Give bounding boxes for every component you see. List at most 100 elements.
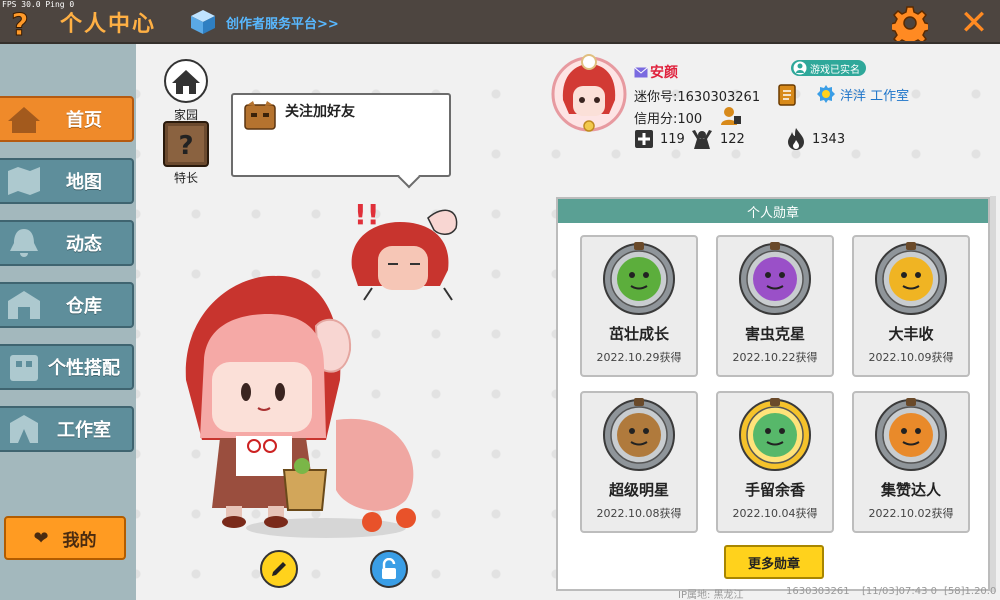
stat-heat: 1343	[786, 126, 845, 152]
plus-box-icon	[635, 130, 653, 148]
sidebar-item-label: 首页	[66, 110, 102, 131]
mail-icon	[634, 66, 648, 77]
warehouse-icon	[8, 291, 40, 319]
footer-version: [58]1.20.0	[944, 586, 997, 597]
sidebar-item-label: 个性搭配	[48, 358, 120, 379]
stat-adds: 119	[634, 126, 685, 152]
medal-card[interactable]: 集赞达人 2022.10.02获得	[852, 391, 970, 533]
house-icon	[8, 107, 40, 133]
medal-name: 大丰收	[888, 325, 934, 343]
page-title: 个人中心	[60, 12, 157, 37]
medal-date: 2022.10.02获得	[868, 507, 954, 520]
mine-button[interactable]: ❤ 我的	[4, 516, 126, 560]
skill-label: 特长	[173, 171, 198, 185]
sidebar-item-label: 动态	[66, 234, 102, 255]
medal-icon	[603, 242, 675, 315]
medal-date: 2022.10.09获得	[868, 351, 954, 364]
follow-add-friend-text[interactable]: 关注加好友	[285, 101, 355, 121]
medal-name: 集赞达人	[880, 481, 941, 499]
cube-icon	[191, 10, 215, 34]
credit-score: 信用分:100	[634, 112, 703, 127]
medal-name: 害虫克星	[744, 325, 805, 343]
sidebar-item-studio[interactable]: 工作室	[0, 406, 134, 452]
footer-time: [11/03]07:43 0	[862, 586, 937, 597]
medal-date: 2022.10.04获得	[732, 507, 818, 520]
medal-card[interactable]: 大丰收 2022.10.09获得	[852, 235, 970, 377]
medal-card[interactable]: 害虫克星 2022.10.22获得	[716, 235, 834, 377]
pencil-icon	[272, 562, 286, 576]
footer-uid: 1630303261	[786, 586, 850, 597]
mini-id: 迷你号:1630303261	[634, 90, 761, 105]
studio-text: 洋洋 工作室	[840, 88, 910, 104]
skill-button[interactable]: ? 特长	[163, 121, 209, 186]
medal-icon	[875, 398, 947, 471]
friend-icon	[244, 101, 276, 130]
medal-icon	[603, 398, 675, 471]
mine-label: 我的	[62, 530, 97, 551]
lock-button[interactable]	[370, 550, 408, 588]
studio-icon	[10, 415, 38, 443]
medal-card[interactable]: 手留余香 2022.10.04获得	[716, 391, 834, 533]
nickname: 安颜	[634, 62, 678, 82]
flame-icon	[788, 128, 804, 150]
medal-date: 2022.10.08获得	[596, 507, 682, 520]
medal-icon	[739, 242, 811, 315]
stat-heat-value: 1343	[812, 131, 846, 147]
stat-adds-value: 119	[660, 131, 685, 147]
creator-platform-link[interactable]: 创作者服务平台>>	[190, 8, 339, 36]
medal-name: 手留余香	[744, 481, 805, 499]
more-medals-button[interactable]: 更多勋章	[724, 545, 824, 579]
sidebar-item-label: 工作室	[57, 420, 111, 441]
top-bar: FPS 30.0 Ping 0 ? 个人中心 创作者服务平台>> ✕	[0, 0, 1000, 44]
cheer-icon	[692, 130, 712, 149]
medal-name: 超级明星	[608, 481, 669, 499]
sidebar-item-outfit[interactable]: 个性搭配	[0, 344, 134, 390]
bell-icon	[10, 229, 38, 257]
medal-panel-title: 个人勋章	[558, 199, 988, 223]
copy-icon[interactable]	[778, 84, 796, 106]
close-icon[interactable]: ✕	[954, 5, 994, 41]
sidebar-item-activity[interactable]: 动态	[0, 220, 134, 266]
sidebar-item-label: 仓库	[66, 296, 102, 317]
scrollbar[interactable]	[990, 196, 996, 592]
home-button[interactable]: 家园	[162, 58, 210, 123]
verified-badge: 游戏已实名	[791, 60, 866, 76]
heart-icon: ❤	[33, 527, 49, 549]
svg-text:!!: !!	[354, 198, 380, 231]
stat-likes-value: 122	[720, 131, 745, 147]
studio-badge-icon	[817, 85, 835, 103]
medal-name: 茁壮成长	[608, 325, 669, 343]
sidebar-item-label: 地图	[66, 172, 102, 193]
verified-text: 游戏已实名	[810, 64, 860, 76]
help-icon[interactable]: ?	[4, 7, 36, 43]
medal-panel: 个人勋章 茁壮成长 2022.10.29获得 害虫克星 2022.10.22获得 大丰收…	[556, 197, 990, 591]
sidebar-item-warehouse[interactable]: 仓库	[0, 282, 134, 328]
creator-platform-label: 创作者服务平台>>	[226, 16, 339, 32]
lock-icon	[382, 558, 396, 579]
medal-date: 2022.10.29获得	[596, 351, 682, 364]
question-block-icon: ?	[163, 121, 209, 167]
edit-button[interactable]	[260, 550, 298, 588]
ip-location: IP属地: 黑龙江	[678, 590, 744, 600]
medal-card[interactable]: 茁壮成长 2022.10.29获得	[580, 235, 698, 377]
svg-text:?: ?	[178, 131, 193, 161]
nickname-text: 安颜	[650, 65, 678, 81]
sidebar: 首页 地图 动态 仓库 个性搭配 工作室 ❤ 我的	[0, 44, 136, 600]
gear-icon[interactable]	[892, 5, 928, 41]
player-character	[185, 275, 416, 538]
sidebar-item-map[interactable]: 地图	[0, 158, 134, 204]
medal-icon	[875, 242, 947, 315]
user-check-icon	[793, 61, 807, 75]
sidebar-item-home[interactable]: 首页	[0, 96, 134, 142]
outfit-icon	[10, 355, 38, 381]
map-icon	[8, 167, 40, 195]
medal-icon	[739, 398, 811, 471]
speech-bubble: 关注加好友	[231, 93, 451, 177]
stat-likes: 122	[690, 126, 745, 152]
house-icon	[164, 59, 208, 103]
credit-icon[interactable]	[720, 106, 742, 126]
avatar[interactable]	[549, 54, 629, 132]
studio-link[interactable]: 洋洋 工作室	[816, 84, 909, 104]
medal-card[interactable]: 超级明星 2022.10.08获得	[580, 391, 698, 533]
medal-date: 2022.10.22获得	[732, 351, 818, 364]
